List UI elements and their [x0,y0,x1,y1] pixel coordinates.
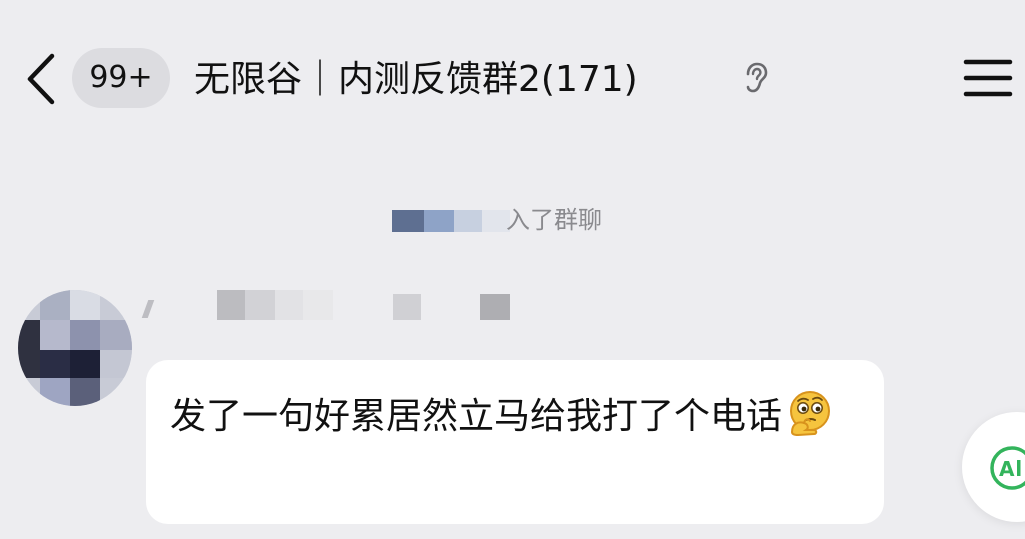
message-content: 发了一句好累居然立马给我打了个电话 [170,388,870,443]
blurred-sender-name [141,290,525,322]
blurred-username [392,210,510,232]
unread-badge[interactable]: 99+ [72,48,170,108]
ai-assistant-button[interactable]: A [962,412,1025,522]
group-title[interactable]: 无限谷｜内测反馈群2(171) [194,50,638,110]
thinking-face-emoji [790,391,831,437]
svg-text:A: A [999,457,1015,481]
chevron-left-icon[interactable] [22,50,62,108]
system-message-text: 入了群聊 [506,206,602,234]
message-bubble[interactable]: 发了一句好累居然立马给我打了个电话 [146,360,884,524]
message-text: 发了一句好累居然立马给我打了个电话 [170,396,783,437]
avatar[interactable] [18,290,132,406]
ear-icon[interactable] [742,62,770,94]
menu-icon[interactable] [962,56,1014,100]
chat-header: 99+ 无限谷｜内测反馈群2(171) [0,0,1025,150]
ai-assistant-icon: A [990,446,1025,490]
